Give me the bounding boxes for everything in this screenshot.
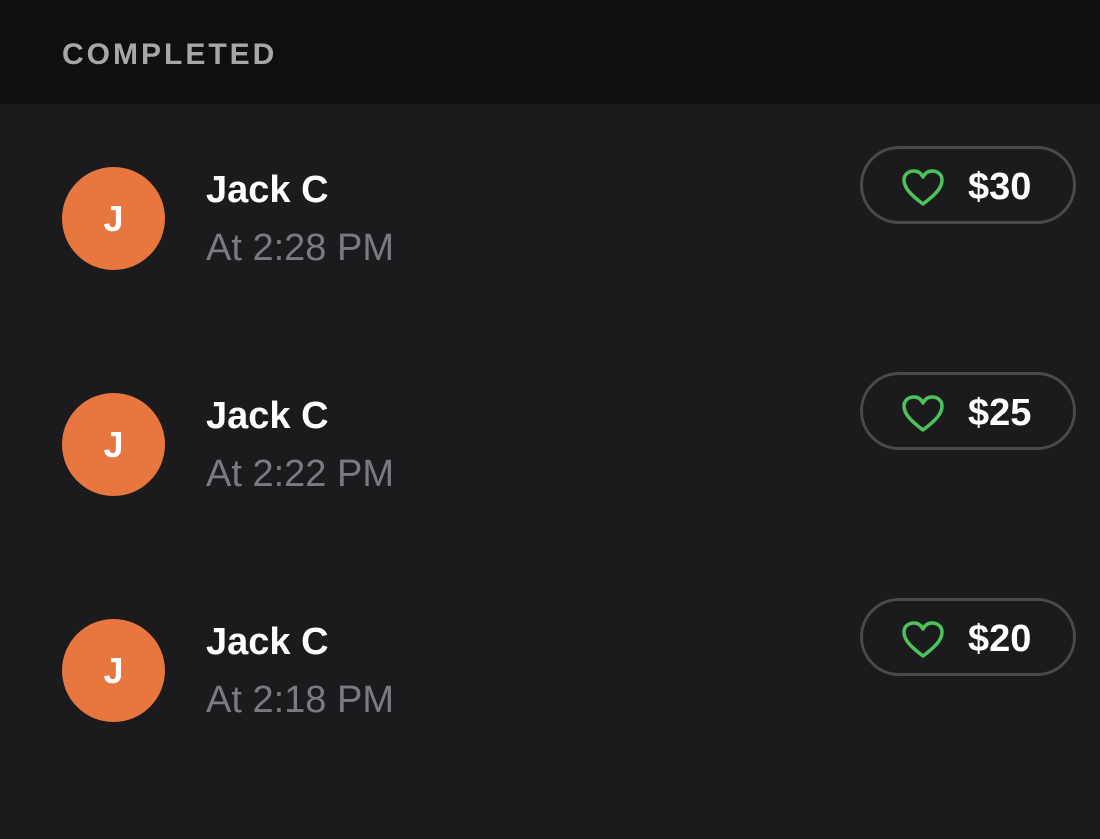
avatar: J (62, 393, 165, 496)
avatar: J (62, 167, 165, 270)
avatar-initial: J (103, 197, 124, 239)
section-header: COMPLETED (0, 0, 1100, 104)
list-item[interactable]: J Jack C At 2:22 PM $25 (0, 330, 1100, 556)
amount-pill[interactable]: $30 (860, 146, 1076, 224)
contact-name: Jack C (206, 621, 329, 663)
screen: COMPLETED J Jack C At 2:28 PM $30 J Jack… (0, 0, 1100, 839)
section-title: COMPLETED (62, 38, 278, 71)
amount-label: $25 (968, 392, 1032, 434)
amount-label: $20 (968, 618, 1032, 660)
timestamp: At 2:22 PM (206, 453, 394, 495)
timestamp: At 2:18 PM (206, 679, 394, 721)
heart-icon (902, 169, 944, 206)
heart-icon (902, 395, 944, 432)
completed-list: J Jack C At 2:28 PM $30 J Jack C At 2:22… (0, 104, 1100, 782)
contact-name: Jack C (206, 169, 329, 211)
amount-pill[interactable]: $20 (860, 598, 1076, 676)
list-item[interactable]: J Jack C At 2:18 PM $20 (0, 556, 1100, 782)
list-item[interactable]: J Jack C At 2:28 PM $30 (0, 104, 1100, 330)
avatar-initial: J (103, 649, 124, 691)
avatar-initial: J (103, 423, 124, 465)
amount-pill[interactable]: $25 (860, 372, 1076, 450)
avatar: J (62, 619, 165, 722)
amount-label: $30 (968, 166, 1032, 208)
heart-icon (902, 621, 944, 658)
timestamp: At 2:28 PM (206, 227, 394, 269)
contact-name: Jack C (206, 395, 329, 437)
